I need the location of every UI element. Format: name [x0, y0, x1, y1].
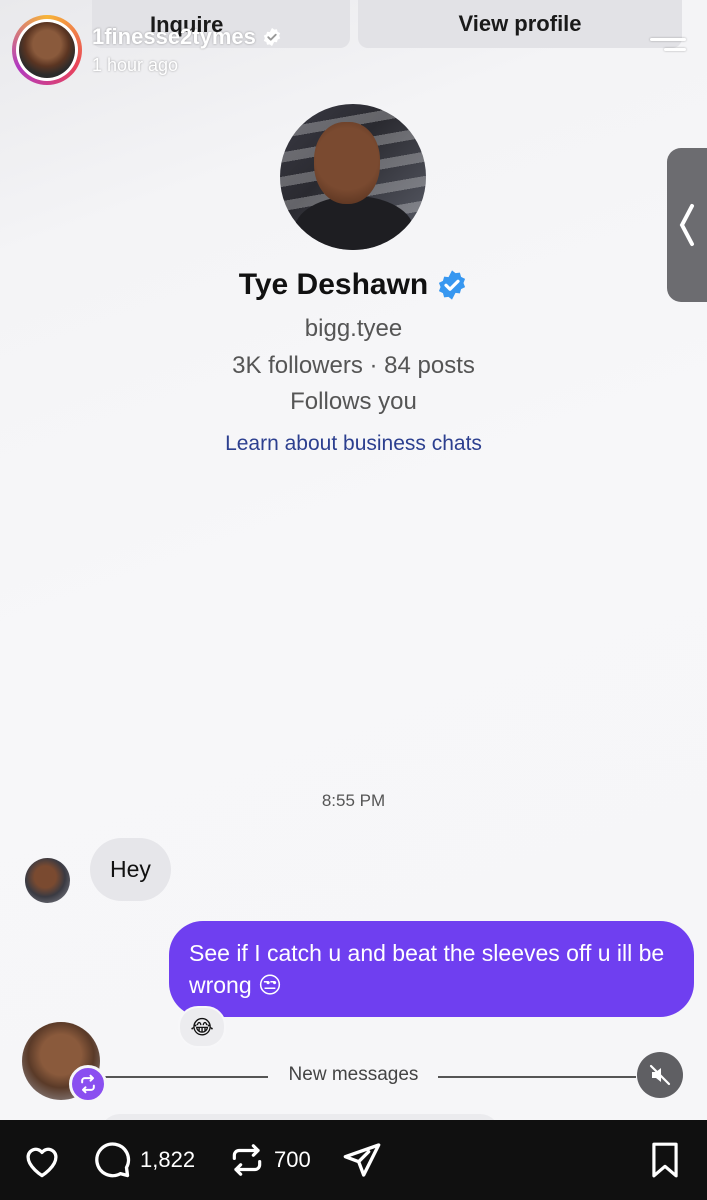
save-button[interactable]	[648, 1141, 682, 1179]
story-author[interactable]: 1finesse2tymes	[92, 24, 282, 50]
profile-name-text: Tye Deshawn	[238, 268, 429, 301]
mute-button[interactable]	[637, 1052, 683, 1098]
story-username: 1finesse2tymes	[92, 24, 256, 49]
comment-button[interactable]: 1,822	[92, 1140, 195, 1180]
repost-badge	[69, 1065, 107, 1103]
bookmark-icon	[652, 1142, 678, 1178]
profile-handle: bigg.tyee	[304, 315, 403, 342]
outgoing-message[interactable]: See if I catch u and beat the sleeves of…	[169, 921, 694, 1017]
speaker-muted-icon	[649, 1064, 671, 1086]
learn-business-chats-link[interactable]: Learn about business chats	[0, 432, 707, 456]
divider-line-right	[438, 1076, 636, 1078]
verified-icon	[263, 27, 281, 47]
story-timestamp: 1 hour ago	[92, 55, 179, 75]
follows-you-label: Follows you	[290, 388, 417, 415]
comment-count: 1,822	[140, 1147, 196, 1172]
view-profile-label: View profile	[458, 11, 582, 36]
story-author-avatar[interactable]	[12, 15, 82, 85]
message-reaction[interactable]: 😂	[178, 1006, 226, 1048]
incoming-message[interactable]: Hey	[90, 838, 171, 901]
verified-badge-icon	[439, 270, 466, 300]
comment-icon	[95, 1142, 131, 1178]
share-button[interactable]	[342, 1140, 382, 1180]
chevron-left-icon	[679, 204, 694, 246]
message-timestamp: 8:55 PM	[321, 791, 386, 810]
sender-avatar[interactable]	[25, 858, 70, 903]
like-button[interactable]	[22, 1142, 62, 1178]
view-profile-button[interactable]: View profile	[358, 0, 682, 48]
profile-photo[interactable]	[280, 104, 426, 250]
avatar	[19, 22, 75, 78]
repost-button[interactable]: 700	[228, 1141, 311, 1179]
repost-count: 700	[274, 1147, 311, 1172]
menu-icon[interactable]	[650, 38, 686, 60]
repost-icon	[232, 1144, 262, 1176]
repost-icon	[81, 1074, 95, 1094]
incoming-message-text: Hey	[110, 856, 151, 882]
send-icon	[343, 1143, 381, 1177]
profile-name: Tye Deshawn	[0, 268, 707, 302]
outgoing-message-text: See if I catch u and beat the sleeves of…	[189, 940, 665, 998]
profile-stats: 3K followers · 84 posts	[232, 352, 475, 379]
heart-icon	[26, 1147, 58, 1178]
action-bar: 1,822 700	[0, 1120, 707, 1200]
